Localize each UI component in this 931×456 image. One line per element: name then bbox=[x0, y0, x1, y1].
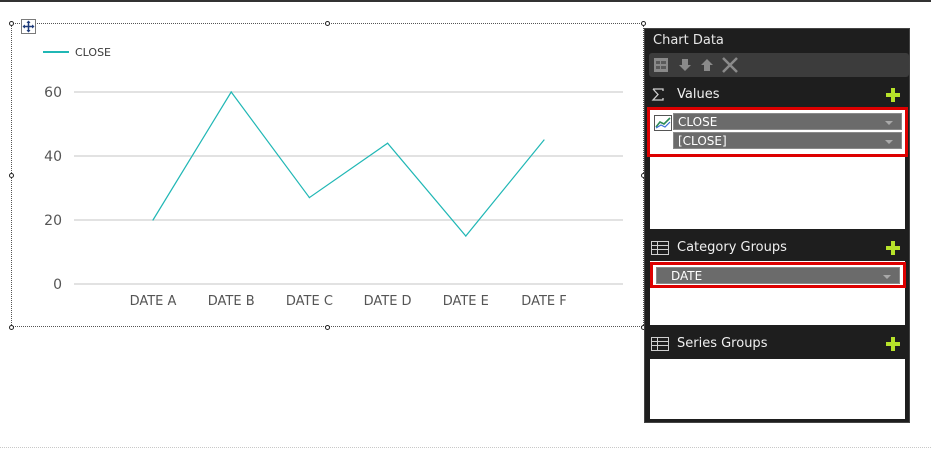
add-category-icon[interactable] bbox=[885, 240, 901, 256]
resize-handle-left[interactable] bbox=[9, 173, 14, 178]
line-chart-type-icon[interactable] bbox=[654, 115, 672, 131]
legend-label: CLOSE bbox=[75, 46, 111, 59]
value-field-dropdown[interactable]: CLOSE bbox=[673, 113, 902, 130]
properties-icon[interactable] bbox=[653, 57, 669, 73]
add-series-icon[interactable] bbox=[885, 336, 901, 352]
move-handle-icon[interactable] bbox=[21, 19, 36, 34]
category-field-name: DATE bbox=[671, 269, 703, 283]
table-icon bbox=[651, 241, 669, 255]
values-section-label: Values bbox=[677, 87, 720, 102]
value-expression-dropdown[interactable]: [CLOSE] bbox=[673, 132, 902, 149]
y-tick-label: 0 bbox=[53, 277, 62, 293]
category-section-label: Category Groups bbox=[677, 240, 787, 255]
x-tick-label: DATE B bbox=[208, 294, 255, 309]
data-point bbox=[152, 219, 154, 221]
series-section-label: Series Groups bbox=[677, 336, 768, 351]
line-chart: 0 20 40 60 DATE A DATE B DATE C DATE D DATE E DAT… bbox=[43, 46, 623, 309]
value-expression: [CLOSE] bbox=[678, 134, 727, 148]
resize-handle-bottom[interactable] bbox=[325, 325, 330, 330]
chevron-down-icon bbox=[883, 275, 891, 279]
y-tick-label: 60 bbox=[44, 85, 62, 101]
resize-handle-bottom-left[interactable] bbox=[9, 325, 14, 330]
data-point bbox=[465, 235, 467, 237]
data-point bbox=[387, 142, 389, 144]
resize-handle-top-right[interactable] bbox=[641, 21, 646, 26]
series-line bbox=[152, 90, 545, 237]
resize-handle-top-left[interactable] bbox=[9, 21, 14, 26]
chevron-down-icon bbox=[885, 121, 893, 125]
panel-toolbar bbox=[649, 53, 909, 77]
x-tick-label: DATE E bbox=[443, 294, 489, 309]
chart-data-panel: Chart Data Values CLOSE [CLOSE] Category… bbox=[644, 28, 910, 423]
category-field-highlight: DATE bbox=[650, 262, 906, 288]
resize-handle-top[interactable] bbox=[325, 21, 330, 26]
data-point bbox=[543, 139, 545, 141]
value-field-highlight: CLOSE [CLOSE] bbox=[647, 107, 908, 157]
panel-title: Chart Data bbox=[653, 33, 724, 48]
add-value-icon[interactable] bbox=[885, 87, 901, 103]
y-tick-label: 20 bbox=[44, 213, 62, 229]
window-top-border bbox=[0, 0, 931, 2]
category-field-dropdown[interactable]: DATE bbox=[656, 267, 900, 284]
x-tick-label: DATE A bbox=[130, 294, 177, 309]
move-up-icon[interactable] bbox=[699, 57, 715, 73]
data-point bbox=[230, 91, 232, 93]
sigma-icon bbox=[651, 88, 664, 101]
chevron-down-icon bbox=[885, 140, 893, 144]
x-tick-label: DATE D bbox=[364, 294, 412, 309]
data-point bbox=[308, 197, 310, 199]
delete-icon[interactable] bbox=[721, 57, 738, 73]
move-down-icon[interactable] bbox=[677, 57, 693, 73]
x-tick-label: DATE F bbox=[521, 294, 566, 309]
series-drop-area[interactable] bbox=[650, 359, 905, 419]
y-tick-label: 40 bbox=[44, 149, 62, 165]
page-boundary bbox=[0, 447, 931, 448]
value-field-name: CLOSE bbox=[678, 115, 718, 129]
x-tick-label: DATE C bbox=[286, 294, 333, 309]
chart-frame[interactable]: 0 20 40 60 DATE A DATE B DATE C DATE D DATE E DAT… bbox=[11, 23, 644, 327]
table-icon bbox=[651, 337, 669, 351]
